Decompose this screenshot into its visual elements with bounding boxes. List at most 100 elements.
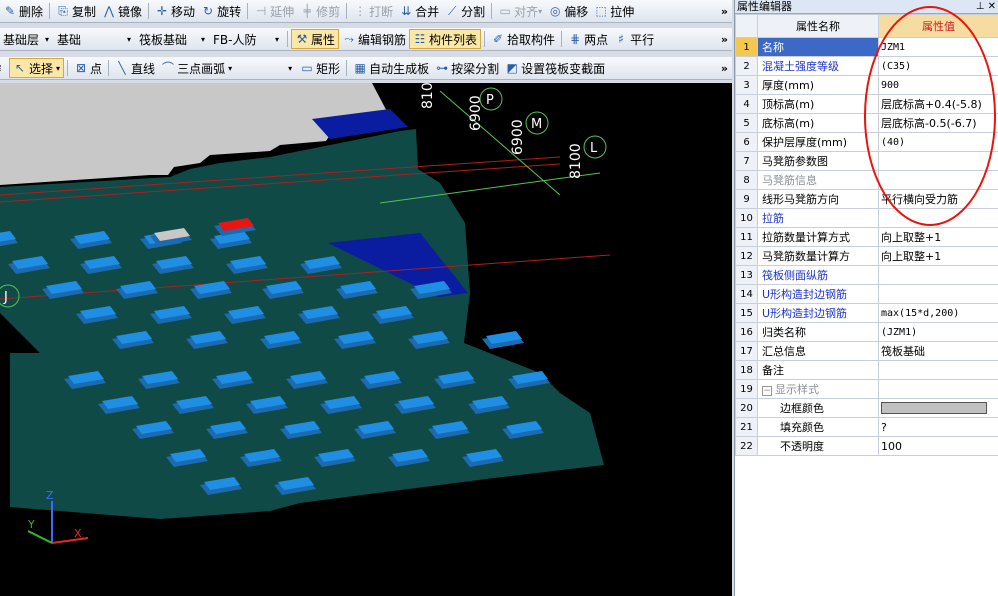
component-select[interactable]: FB-人防 ▾ [210, 30, 282, 48]
property-value[interactable] [878, 265, 998, 285]
variable-section-button[interactable]: ◩ 设置筏板变截面 [502, 58, 608, 78]
property-row[interactable]: 10 拉筋 [735, 208, 998, 228]
property-value[interactable]: 筏板基础 [878, 341, 998, 361]
draw-toolbar: ↖ 选择 ▾ ⊠ 点 ╲ 直线 ⌒ 三点画弧 ▾ ▾ ▭ 矩形 ▦ 自动生成板 ⊶ 按梁分割 ◩ 设… [0, 57, 732, 80]
property-row[interactable]: 8 马凳筋信息 [735, 170, 998, 190]
rect-button[interactable]: ▭ 矩形 [297, 58, 343, 78]
grid-line [439, 90, 561, 196]
property-value[interactable]: 层底标高+0.4(-5.8) [878, 94, 998, 114]
arc-mode-select[interactable]: ▾ [235, 59, 295, 77]
category-select[interactable]: 基础 ▾ [54, 30, 134, 48]
property-value[interactable] [878, 208, 998, 228]
two-points-button[interactable]: ⋕ 两点 [565, 29, 611, 49]
property-row[interactable]: 3 厚度(mm) 900 [735, 75, 998, 95]
properties-button[interactable]: ⚒ 属性 [291, 29, 340, 49]
property-row[interactable]: 21 填充颜色? [735, 417, 998, 437]
parallel-button[interactable]: ♯ 平行 [611, 29, 657, 49]
mirror-button[interactable]: ⋀ 镜像 [99, 1, 145, 21]
axis-label-p: P [486, 93, 494, 108]
toolbar-grip[interactable] [0, 65, 6, 71]
model-canvas[interactable]: 8100 6900 6900 8100 P M L J Z X Y [0, 83, 732, 596]
property-value[interactable]: 层底标高-0.5(-6.7) [878, 113, 998, 133]
layer-select[interactable]: 基础层 ▾ [0, 30, 52, 48]
split-button[interactable]: ⟋ 分割 [442, 1, 488, 21]
property-row[interactable]: 15 U形构造封边钢筋 max(15*d,200) [735, 303, 998, 323]
property-value[interactable]: 向上取整+1 [878, 227, 998, 247]
pick-component-button[interactable]: ✐ 拾取构件 [488, 29, 558, 49]
property-row[interactable]: 7 马凳筋参数图 [735, 151, 998, 171]
lower-slab[interactable] [0, 129, 604, 519]
property-row[interactable]: 6 保护层厚度(mm) (40) [735, 132, 998, 152]
property-row[interactable]: 11 拉筋数量计算方式 向上取整+1 [735, 227, 998, 247]
properties-icon: ⚒ [296, 32, 308, 46]
edit-rebar-button[interactable]: ⤳ 编辑钢筋 [339, 29, 409, 49]
property-row[interactable]: 9 线形马凳筋方向 平行横向受力筋 [735, 189, 998, 209]
property-row[interactable]: 2 混凝土强度等级 (C35) [735, 56, 998, 76]
copy-button[interactable]: ⎘ 复制 [53, 1, 99, 21]
property-value[interactable]: (C35) [878, 56, 998, 76]
point-button[interactable]: ⊠ 点 [71, 58, 105, 78]
property-row[interactable]: 1 名称 JZM1 [735, 37, 998, 57]
property-value[interactable]: 向上取整+1 [878, 246, 998, 266]
arc-button[interactable]: ⌒ 三点画弧 ▾ [158, 58, 235, 78]
line-button[interactable]: ╲ 直线 [112, 58, 158, 78]
property-row[interactable]: 5 底标高(m) 层底标高-0.5(-6.7) [735, 113, 998, 133]
property-value[interactable] [878, 284, 998, 304]
rebar-icon: ⤳ [344, 32, 354, 46]
property-value[interactable] [878, 151, 998, 171]
property-value[interactable] [878, 170, 998, 190]
x-axis-label: X [74, 527, 82, 540]
merge-button[interactable]: ⇊ 合并 [396, 1, 442, 21]
property-value[interactable] [878, 360, 998, 380]
close-icon[interactable]: ✕ [988, 1, 996, 12]
pin-icon[interactable]: ⊥ [976, 1, 985, 12]
separator [346, 60, 348, 76]
copy-icon: ⎘ [58, 4, 68, 18]
align-dropdown[interactable]: ▭ 对齐 ▾ [495, 1, 545, 21]
property-row[interactable]: 22 不透明度 100 [735, 436, 998, 456]
move-button[interactable]: ✛ 移动 [152, 1, 198, 21]
property-row[interactable]: 12 马凳筋数量计算方 向上取整+1 [735, 246, 998, 266]
type-select[interactable]: 筏板基础 ▾ [136, 30, 208, 48]
merge-icon: ⇊ [401, 4, 412, 18]
split-icon: ⟋ [447, 4, 457, 18]
property-value[interactable]: max(15*d,200) [878, 303, 998, 323]
property-row[interactable]: 13 筏板侧面纵筋 [735, 265, 998, 285]
property-row[interactable]: 20 边框颜色 [735, 398, 998, 418]
property-value[interactable]: ? [878, 417, 998, 437]
auto-generate-button[interactable]: ▦ 自动生成板 [350, 58, 432, 78]
3d-viewport[interactable]: 8100 6900 6900 8100 P M L J Z X Y [0, 83, 732, 596]
select-button[interactable]: ↖ 选择 ▾ [9, 58, 65, 78]
break-button[interactable]: ⋮ 打断 [350, 1, 396, 21]
property-group-row[interactable]: 19− 显示样式 [735, 379, 998, 399]
trim-button[interactable]: ╪ 修剪 [297, 1, 343, 21]
separator [247, 3, 249, 19]
property-row[interactable]: 16 归类名称 (JZM1) [735, 322, 998, 342]
property-row[interactable]: 18 备注 [735, 360, 998, 380]
stretch-button[interactable]: ⬚ 拉伸 [591, 1, 637, 21]
extend-button[interactable]: ⊣ 延伸 [251, 1, 297, 21]
property-row[interactable]: 17 汇总信息 筏板基础 [735, 341, 998, 361]
collapse-icon[interactable]: − [762, 386, 772, 396]
property-value [878, 379, 998, 399]
property-value[interactable]: JZM1 [878, 37, 998, 57]
component-list-button[interactable]: ☷ 构件列表 [409, 29, 482, 49]
toolbar-overflow-button[interactable]: » [721, 33, 728, 46]
border-color-swatch[interactable] [878, 398, 998, 418]
property-value[interactable]: 100 [878, 436, 998, 456]
delete-button[interactable]: ✎ 删除 [0, 1, 46, 21]
property-row[interactable]: 14 U形构造封边钢筋 [735, 284, 998, 304]
property-row[interactable]: 4 顶标高(m) 层底标高+0.4(-5.8) [735, 94, 998, 114]
rotate-button[interactable]: ↻ 旋转 [198, 1, 244, 21]
toolbar-overflow-button[interactable]: » [721, 5, 728, 18]
offset-button[interactable]: ◎ 偏移 [545, 1, 591, 21]
property-value[interactable]: (40) [878, 132, 998, 152]
axis-label-l: L [590, 141, 598, 156]
chevron-down-icon: ▾ [288, 63, 293, 73]
property-value[interactable]: 平行横向受力筋 [878, 189, 998, 209]
property-value[interactable]: 900 [878, 75, 998, 95]
toolbar-overflow-button[interactable]: » [721, 62, 728, 75]
y-axis [27, 530, 53, 544]
property-value[interactable]: (JZM1) [878, 322, 998, 342]
split-by-beam-button[interactable]: ⊶ 按梁分割 [432, 58, 502, 78]
